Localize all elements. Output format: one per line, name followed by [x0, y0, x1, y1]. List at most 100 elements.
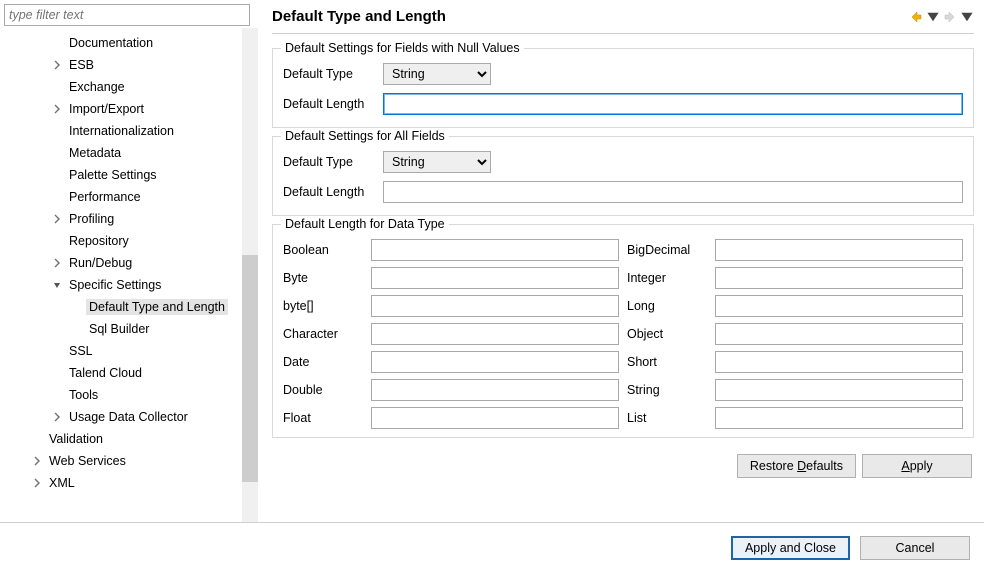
page-header: Default Type and Length — [272, 0, 974, 34]
chevron-right-icon[interactable] — [50, 212, 64, 226]
all-length-label: Default Length — [283, 185, 383, 199]
tree-item-label: ESB — [66, 57, 97, 73]
group-all-fields: Default Settings for All Fields Default … — [272, 136, 974, 216]
tree-item-label: Web Services — [46, 453, 129, 469]
tree-item[interactable]: Tools — [4, 384, 258, 406]
tree-spacer — [70, 300, 84, 314]
tree-item[interactable]: Talend Cloud — [4, 362, 258, 384]
null-type-select[interactable]: String — [383, 63, 491, 85]
restore-defaults-button[interactable]: Restore Defaults — [737, 454, 856, 478]
type-label: Object — [627, 327, 707, 341]
tree-item[interactable]: Metadata — [4, 142, 258, 164]
chevron-right-icon[interactable] — [30, 476, 44, 490]
apply-and-close-button[interactable]: Apply and Close — [731, 536, 850, 560]
type-length-input[interactable] — [715, 323, 963, 345]
tree-spacer — [50, 146, 64, 160]
type-label: List — [627, 411, 707, 425]
tree-item[interactable]: Usage Data Collector — [4, 406, 258, 428]
back-menu-icon[interactable] — [926, 10, 940, 24]
tree-item-label: Validation — [46, 431, 106, 447]
tree-scroll-thumb[interactable] — [242, 255, 258, 482]
type-label: Character — [283, 327, 363, 341]
tree-item-label: SSL — [66, 343, 96, 359]
type-label: String — [627, 383, 707, 397]
group-data-types: Default Length for Data Type BooleanBigD… — [272, 224, 974, 438]
cancel-button[interactable]: Cancel — [860, 536, 970, 560]
type-length-input[interactable] — [371, 379, 619, 401]
tree-item[interactable]: Validation — [4, 428, 258, 450]
type-length-input[interactable] — [371, 351, 619, 373]
tree-item-label: Run/Debug — [66, 255, 135, 271]
tree-item-label: Metadata — [66, 145, 124, 161]
tree-item-label: Talend Cloud — [66, 365, 145, 381]
tree-item[interactable]: Web Services — [4, 450, 258, 472]
chevron-right-icon[interactable] — [50, 58, 64, 72]
tree-item[interactable]: Specific Settings — [4, 274, 258, 296]
type-length-input[interactable] — [715, 351, 963, 373]
tree-item[interactable]: SSL — [4, 340, 258, 362]
type-label: BigDecimal — [627, 243, 707, 257]
chevron-right-icon[interactable] — [50, 410, 64, 424]
tree-item[interactable]: Import/Export — [4, 98, 258, 120]
all-length-input[interactable] — [383, 181, 963, 203]
type-length-input[interactable] — [715, 239, 963, 261]
all-type-select[interactable]: String — [383, 151, 491, 173]
type-label: Float — [283, 411, 363, 425]
tree-item[interactable]: Repository — [4, 230, 258, 252]
tree-item-label: Usage Data Collector — [66, 409, 191, 425]
page-title: Default Type and Length — [272, 8, 909, 25]
tree-item[interactable]: Palette Settings — [4, 164, 258, 186]
type-label: byte[] — [283, 299, 363, 313]
type-length-input[interactable] — [715, 267, 963, 289]
tree-spacer — [50, 344, 64, 358]
null-length-input[interactable] — [383, 93, 963, 115]
tree-item-label: Default Type and Length — [86, 299, 228, 315]
type-length-input[interactable] — [715, 407, 963, 429]
type-label: Double — [283, 383, 363, 397]
filter-input[interactable] — [4, 4, 250, 26]
tree-scrollbar[interactable] — [242, 28, 258, 522]
type-label: Date — [283, 355, 363, 369]
tree-spacer — [50, 36, 64, 50]
tree-item[interactable]: Internationalization — [4, 120, 258, 142]
type-length-input[interactable] — [371, 323, 619, 345]
sidebar: Documentation ESB Exchange Import/Export Int… — [0, 0, 258, 522]
type-length-input[interactable] — [371, 239, 619, 261]
forward-icon[interactable] — [943, 10, 957, 24]
type-length-input[interactable] — [715, 379, 963, 401]
group-all-title: Default Settings for All Fields — [281, 129, 449, 143]
tree-spacer — [70, 322, 84, 336]
tree-spacer — [50, 366, 64, 380]
tree-item[interactable]: XML — [4, 472, 258, 494]
null-type-label: Default Type — [283, 67, 383, 81]
apply-button[interactable]: Apply — [862, 454, 972, 478]
preferences-tree[interactable]: Documentation ESB Exchange Import/Export Int… — [4, 28, 258, 494]
tree-item[interactable]: Run/Debug — [4, 252, 258, 274]
tree-item[interactable]: Sql Builder — [4, 318, 258, 340]
type-label: Integer — [627, 271, 707, 285]
tree-item-label: Repository — [66, 233, 132, 249]
tree-item-label: Profiling — [66, 211, 117, 227]
tree-item[interactable]: Performance — [4, 186, 258, 208]
chevron-down-icon[interactable] — [50, 278, 64, 292]
type-length-input[interactable] — [715, 295, 963, 317]
type-label: Short — [627, 355, 707, 369]
tree-item[interactable]: Exchange — [4, 76, 258, 98]
tree-item[interactable]: Profiling — [4, 208, 258, 230]
tree-item-label: Import/Export — [66, 101, 147, 117]
group-types-title: Default Length for Data Type — [281, 217, 449, 231]
tree-item[interactable]: Default Type and Length — [4, 296, 258, 318]
type-length-input[interactable] — [371, 407, 619, 429]
dialog-footer: Apply and Close Cancel — [0, 522, 984, 572]
tree-item[interactable]: Documentation — [4, 32, 258, 54]
tree-item-label: Sql Builder — [86, 321, 152, 337]
back-icon[interactable] — [909, 10, 923, 24]
chevron-right-icon[interactable] — [30, 454, 44, 468]
tree-item[interactable]: ESB — [4, 54, 258, 76]
nav-icons — [909, 10, 974, 24]
type-length-input[interactable] — [371, 267, 619, 289]
chevron-right-icon[interactable] — [50, 256, 64, 270]
forward-menu-icon[interactable] — [960, 10, 974, 24]
type-length-input[interactable] — [371, 295, 619, 317]
chevron-right-icon[interactable] — [50, 102, 64, 116]
